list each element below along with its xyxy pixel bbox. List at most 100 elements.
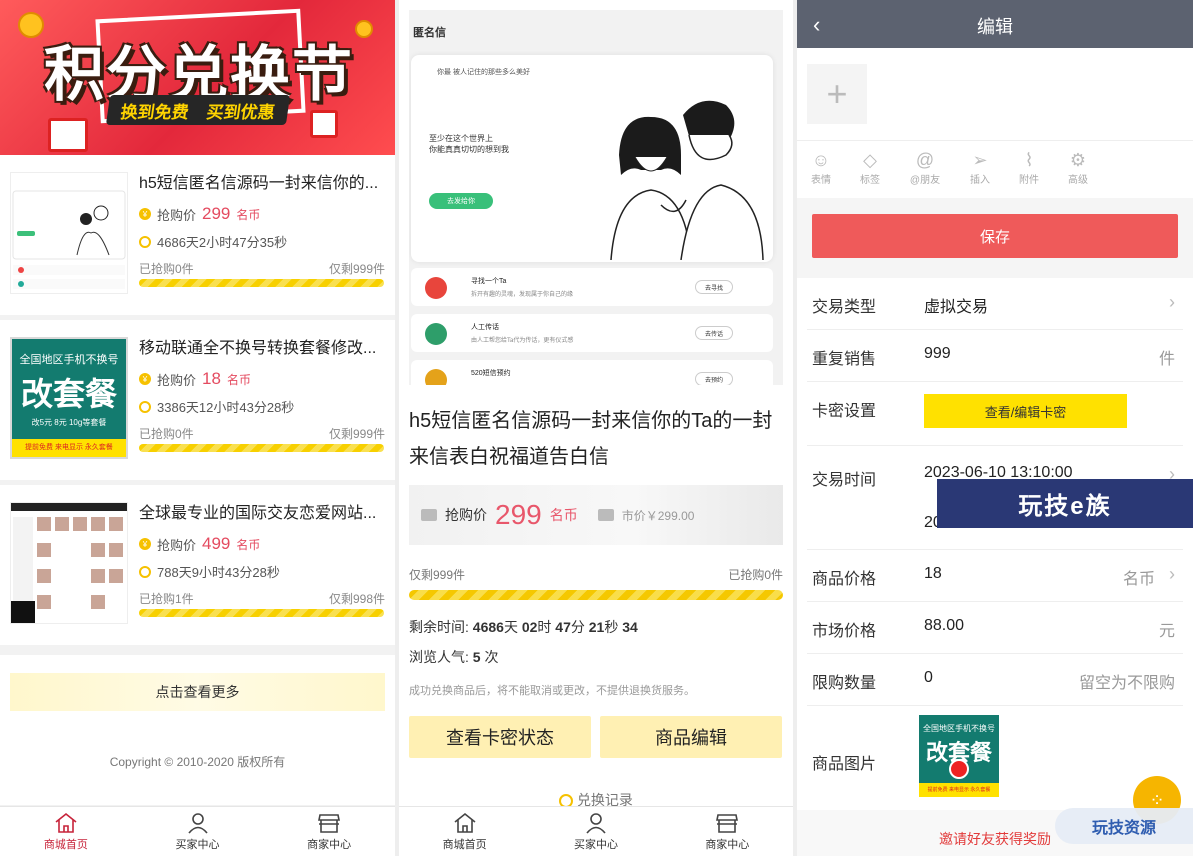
countdown-row: 788天9小时43分28秒 (139, 562, 280, 581)
trade-type-row[interactable]: 交易类型 虚拟交易 › (807, 278, 1183, 330)
field-label: 市场价格 (812, 623, 877, 640)
view-card-status-button[interactable]: 查看卡密状态 (409, 716, 591, 758)
add-image-button[interactable]: + (807, 64, 867, 124)
tab-label: 商城首页 (43, 838, 88, 851)
banner-sub-discount: 买到优惠 (205, 102, 277, 122)
chevron-right-icon: › (1169, 564, 1175, 584)
tab-shop-home[interactable]: 商城首页 (0, 807, 132, 856)
shot-item-desc: 由人工帮您给Ta代为传话，更有仪式感 (471, 338, 574, 344)
bottom-tab-bar: 商城首页 买家中心 商家中心 (0, 806, 395, 856)
tool-label: 附件 (1019, 175, 1039, 186)
field-value: 88.00 (924, 617, 965, 634)
tab-merchant-center[interactable]: 商家中心 (662, 807, 793, 856)
banner-sub-free: 换到免费 (119, 102, 191, 122)
tab-buyer-center[interactable]: 买家中心 (530, 807, 661, 856)
view-more-button[interactable]: 点击查看更多 (10, 673, 385, 711)
edit-product-button[interactable]: 商品编辑 (600, 716, 782, 758)
gear-icon: ⚙ (1069, 150, 1087, 170)
remain-count: 仅剩999件 (328, 262, 385, 276)
product-thumbnail: 全国地区手机不换号 改套餐 改5元 8元 10g等套餐 提前免费 来电显示 永久… (10, 337, 128, 459)
sold-count: 已抢购0件 (139, 427, 194, 441)
tag-tool[interactable]: ◇ 标签 (850, 149, 890, 186)
cd-days: 4686 (472, 619, 504, 635)
tab-merchant-center[interactable]: 商家中心 (263, 807, 395, 856)
attach-tool[interactable]: ⌇ 附件 (1009, 149, 1049, 186)
market-price: 市价￥299.00 (621, 508, 695, 523)
card-setting-row: 卡密设置 查看/编辑卡密 (807, 382, 1183, 446)
clock-icon (139, 565, 151, 578)
tab-buyer-center[interactable]: 买家中心 (132, 807, 264, 856)
limit-row[interactable]: 限购数量 0 留空为不限购 (807, 654, 1183, 706)
cd-mins: 47 (555, 619, 571, 635)
upload-area: + (797, 48, 1193, 140)
product-title: 全球最专业的国际交友恋爱网站... (139, 505, 377, 522)
product-title: h5短信匿名信源码一封来信你的Ta的一封来信表白祝福道告白信 (409, 410, 773, 468)
user-icon (586, 812, 606, 834)
resale-row[interactable]: 重复销售 999 件 (807, 330, 1183, 382)
shot-item-button: 去预约 (695, 372, 733, 385)
tool-label: 标签 (860, 175, 880, 186)
product-detail-panel: 匿名信 你最 被人记住的那些多么美好 至少在这个世界上 你能真真切切的想到我 去… (399, 0, 793, 856)
tab-shop-home[interactable]: 商城首页 (399, 807, 530, 856)
watermark-logo: 玩技e族 (937, 479, 1193, 528)
field-label: 卡密设置 (812, 403, 877, 420)
stock-progress-bar (409, 590, 783, 600)
cd-hours: 02 (521, 619, 538, 635)
promo-banner[interactable]: 积分兑换节 换到免费 买到优惠 (0, 0, 395, 155)
home-icon (55, 812, 77, 833)
smile-icon: ☺ (811, 150, 831, 170)
field-unit: 元 (1158, 623, 1175, 640)
product-card[interactable]: 全国地区手机不换号 改套餐 改5元 8元 10g等套餐 提前免费 来电显示 永久… (0, 320, 395, 480)
price-box: 抢购价 299 名币 市价￥299.00 (409, 485, 783, 545)
product-image-thumb[interactable]: 全国地区手机不换号 改套餐 提前免费 来电显示 永久套餐 (919, 715, 999, 797)
field-label: 交易时间 (812, 472, 877, 489)
flower-icon (425, 369, 447, 385)
send-icon: ➢ (972, 150, 988, 170)
remain-count: 仅剩999件 (409, 568, 466, 582)
product-card[interactable]: h5短信匿名信源码一封来信你的... ¥ 抢购价 299 名币 4686天2小时… (0, 155, 395, 315)
product-form: 交易类型 虚拟交易 › 重复销售 999 件 卡密设置 查看/编辑卡密 交易时间… (797, 278, 1193, 810)
product-title: 移动联通全不换号转换套餐修改... (139, 340, 377, 357)
tab-label: 商家中心 (705, 838, 750, 851)
views-value: 5 (472, 649, 481, 665)
product-card[interactable]: 全球最专业的国际交友恋爱网站... ¥ 抢购价 499 名币 788天9小时43… (0, 485, 395, 645)
field-label: 限购数量 (812, 675, 877, 692)
mention-tool[interactable]: @ @朋友 (905, 149, 945, 186)
advanced-tool[interactable]: ⚙ 高级 (1058, 149, 1098, 186)
shot-feature-item: 人工传话 由人工帮您给Ta代为传话，更有仪式感 去传话 (411, 314, 773, 352)
clock-icon (139, 400, 151, 413)
views-label: 浏览人气: (409, 649, 473, 665)
price-value: 499 (202, 534, 231, 553)
screen-root: 积分兑换节 换到免费 买到优惠 h5短信匿名信源码一封来信你的... ¥ 抢购价… (0, 0, 1193, 856)
insert-tool[interactable]: ➢ 插入 (960, 149, 1000, 186)
price-row: ¥ 抢购价 18 名币 (139, 369, 251, 389)
shot-item-desc: 拆开有趣的灵魂，发现属于你自己的缘 (471, 292, 574, 298)
price-unit: 名币 (236, 207, 261, 222)
more-section: 点击查看更多 Copyright © 2010-2020 版权所有 (0, 655, 395, 805)
price-coin-icon: ¥ (139, 208, 151, 220)
emoji-tool[interactable]: ☺ 表情 (801, 149, 841, 186)
field-label: 交易类型 (812, 299, 877, 316)
coin-icon (18, 12, 44, 38)
price-unit: 名币 (236, 537, 261, 552)
market-price-row[interactable]: 市场价格 88.00 元 (807, 602, 1183, 654)
shot-feature-item: 520短信预约 去预约 (411, 360, 773, 385)
shot-card-line2: 你能真真切切的想到我 (429, 145, 509, 154)
price-row[interactable]: 商品价格 18 名币 › (807, 550, 1183, 602)
exchange-records-link[interactable]: 兑换记录 (399, 790, 793, 809)
banner-subtitle: 换到免费 买到优惠 (105, 95, 291, 125)
chevron-right-icon: › (1169, 292, 1175, 312)
refund-note: 成功兑换商品后，将不能取消或更改，不提供退换货服务。 (409, 685, 695, 697)
editor-toolbar: ☺ 表情 ◇ 标签 @ @朋友 ➢ 插入 ⌇ 附件 ⚙ 高级 (797, 140, 1193, 198)
shot-header: 匿名信 (413, 27, 446, 39)
product-thumbnail (10, 502, 128, 624)
save-button[interactable]: 保存 (812, 214, 1178, 258)
price-label: 抢购价 (445, 507, 487, 523)
edit-product-panel: ‹ 编辑 + ☺ 表情 ◇ 标签 @ @朋友 ➢ 插入 ⌇ 附件 ⚙ 高级 保存 交易类型 … (797, 0, 1193, 856)
tool-label: 插入 (970, 175, 990, 186)
field-value: 999 (924, 345, 951, 362)
countdown-row: 3386天12小时43分28秒 (139, 397, 294, 416)
price-unit: 名币 (549, 507, 578, 523)
remove-image-icon[interactable] (949, 759, 969, 779)
edit-card-keys-button[interactable]: 查看/编辑卡密 (924, 394, 1127, 428)
